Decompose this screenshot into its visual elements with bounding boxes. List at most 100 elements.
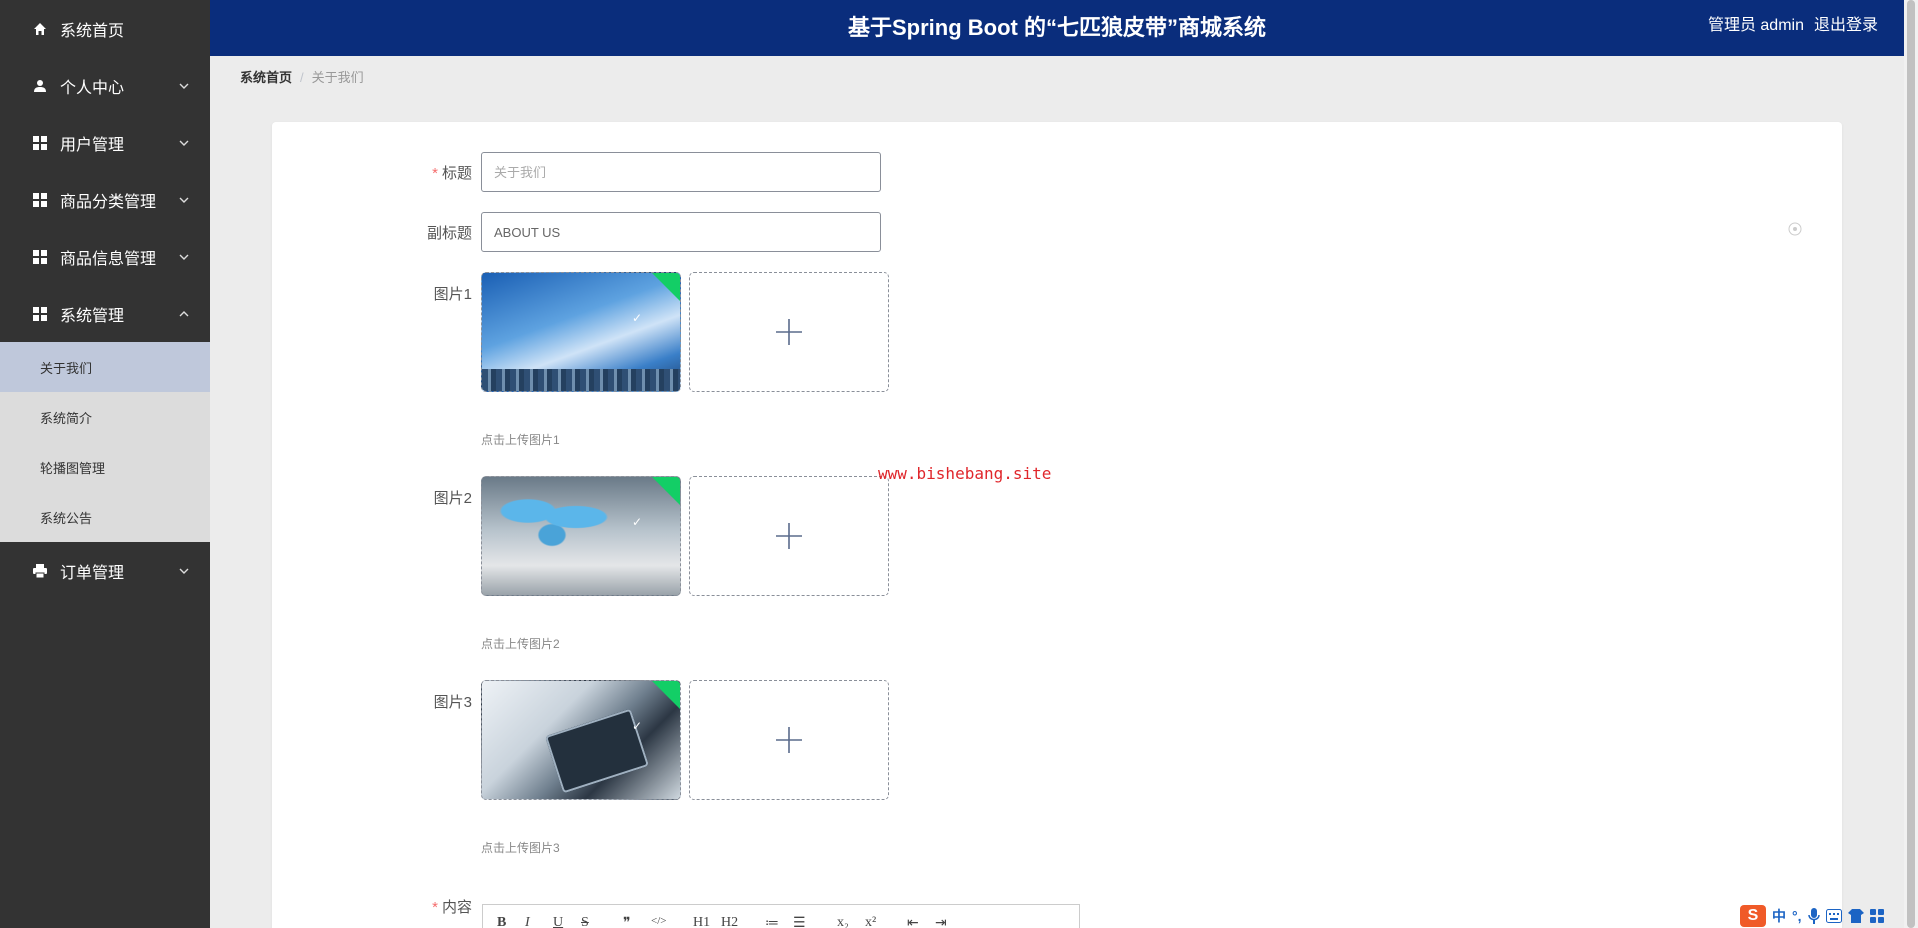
- submenu-item-intro[interactable]: 系统简介: [0, 392, 210, 442]
- chevron-down-icon: [179, 83, 189, 89]
- sidebar-item-label: 商品信息管理: [60, 250, 157, 268]
- image2-tip: 点击上传图片2: [481, 637, 560, 651]
- image2-thumbnail[interactable]: ✓: [481, 476, 681, 596]
- bullet-list-button[interactable]: ☰: [793, 915, 806, 928]
- grid-icon: [32, 192, 48, 208]
- sidebar-item-category[interactable]: 商品分类管理: [0, 171, 210, 228]
- bold-button[interactable]: B: [497, 915, 506, 928]
- ime-logo-icon[interactable]: S: [1740, 905, 1766, 927]
- image1-tip: 点击上传图片1: [481, 433, 560, 447]
- sidebar-item-label: 商品分类管理: [60, 193, 157, 211]
- image2-upload-button[interactable]: [689, 476, 889, 596]
- h2-button[interactable]: H2: [721, 915, 738, 928]
- subtitle-label: 副标题: [426, 225, 472, 242]
- sidebar-item-products[interactable]: 商品信息管理: [0, 228, 210, 285]
- required-mark: *: [432, 899, 438, 916]
- clear-icon[interactable]: [1788, 222, 1802, 236]
- sidebar-item-users[interactable]: 用户管理: [0, 114, 210, 171]
- city-skyline-graphic: [482, 369, 680, 391]
- submenu-item-notice[interactable]: 系统公告: [0, 492, 210, 542]
- strike-button[interactable]: S: [581, 915, 589, 928]
- system-submenu: 关于我们 系统简介 轮播图管理 系统公告: [0, 342, 210, 542]
- image2-label: 图片2: [433, 490, 472, 507]
- breadcrumb: 系统首页 / 关于我们: [240, 70, 364, 86]
- apps-icon[interactable]: [1869, 909, 1884, 923]
- breadcrumb-current: 关于我们: [311, 70, 364, 85]
- check-icon: ✓: [631, 311, 642, 325]
- uploaded-badge: [650, 273, 680, 304]
- ime-mode[interactable]: 中: [1772, 906, 1786, 926]
- image3-tip: 点击上传图片3: [481, 841, 560, 855]
- grid-icon: [32, 306, 48, 322]
- scrollbar-thumb[interactable]: [1907, 0, 1915, 928]
- breadcrumb-separator: /: [300, 70, 304, 85]
- image3-thumbnail[interactable]: ✓: [481, 680, 681, 800]
- watermark: www.bishebang.site: [878, 464, 1052, 483]
- page-title: 基于Spring Boot 的“七匹狼皮带”商城系统: [848, 15, 1266, 40]
- title-input[interactable]: [481, 152, 881, 192]
- sidebar-item-system[interactable]: 系统管理: [0, 285, 210, 342]
- image3-upload-button[interactable]: [689, 680, 889, 800]
- code-button[interactable]: </>: [651, 915, 666, 927]
- image3-label: 图片3: [433, 694, 472, 711]
- chevron-down-icon: [179, 140, 189, 146]
- chevron-down-icon: [179, 254, 189, 260]
- sidebar-item-home[interactable]: 系统首页: [0, 0, 210, 57]
- top-header: 基于Spring Boot 的“七匹狼皮带”商城系统 管理员 admin 退出登录: [210, 0, 1904, 56]
- breadcrumb-home[interactable]: 系统首页: [240, 70, 292, 85]
- grid-icon: [32, 249, 48, 265]
- image1-thumbnail[interactable]: ✓: [481, 272, 681, 392]
- required-mark: *: [432, 165, 438, 182]
- submenu-item-about[interactable]: 关于我们: [0, 342, 210, 392]
- sidebar-item-profile[interactable]: 个人中心: [0, 57, 210, 114]
- superscript-button[interactable]: x²: [865, 915, 876, 928]
- uploaded-badge: [650, 477, 680, 508]
- print-icon: [32, 563, 48, 579]
- image1-upload-button[interactable]: [689, 272, 889, 392]
- submenu-item-carousel[interactable]: 轮播图管理: [0, 442, 210, 492]
- content-label-text: 内容: [441, 899, 472, 916]
- plus-icon: [776, 523, 802, 549]
- indent-button[interactable]: ⇥: [935, 915, 947, 928]
- plus-icon: [776, 319, 802, 345]
- check-icon: ✓: [631, 719, 642, 733]
- ime-toolbar[interactable]: S 中 °,: [1740, 904, 1884, 928]
- check-icon: ✓: [631, 515, 642, 529]
- microphone-icon[interactable]: [1807, 908, 1820, 924]
- uploaded-badge: [650, 681, 680, 712]
- sidebar-item-orders[interactable]: 订单管理: [0, 542, 210, 599]
- subscript-button[interactable]: x₂: [837, 915, 849, 928]
- title-label: * 标题: [272, 162, 472, 183]
- chevron-down-icon: [179, 568, 189, 574]
- sidebar-item-label: 个人中心: [60, 79, 125, 97]
- skin-icon[interactable]: [1847, 909, 1864, 923]
- italic-button[interactable]: I: [525, 915, 530, 928]
- chevron-up-icon: [179, 310, 189, 316]
- quote-button[interactable]: ❞: [623, 915, 631, 928]
- rich-text-editor[interactable]: B I U S ❞ </> H1 H2 ≔ ☰ x₂ x² ⇤ ⇥: [482, 904, 1080, 928]
- logout-button[interactable]: 退出登录: [1814, 17, 1878, 34]
- outdent-button[interactable]: ⇤: [907, 915, 919, 928]
- sidebar-item-label: 用户管理: [60, 136, 125, 154]
- plus-icon: [776, 727, 802, 753]
- h1-button[interactable]: H1: [693, 915, 710, 928]
- sidebar-item-label: 订单管理: [60, 564, 125, 582]
- world-map-graphic: [492, 487, 612, 547]
- home-icon: [32, 21, 48, 37]
- keyboard-icon[interactable]: [1825, 909, 1842, 923]
- title-label-text: 标题: [441, 165, 472, 182]
- underline-button[interactable]: U: [553, 915, 563, 928]
- chevron-down-icon: [179, 197, 189, 203]
- user-icon: [32, 78, 48, 94]
- ordered-list-button[interactable]: ≔: [765, 915, 779, 928]
- image1-label: 图片1: [433, 286, 472, 303]
- grid-icon: [32, 135, 48, 151]
- ime-punctuation[interactable]: °,: [1792, 908, 1802, 924]
- subtitle-input[interactable]: [481, 212, 881, 252]
- content-label: * 内容: [272, 896, 472, 917]
- user-role: 管理员 admin: [1707, 17, 1804, 34]
- scrollbar-track[interactable]: [1904, 0, 1918, 928]
- sidebar: 系统首页 个人中心 用户管理 商品分类管理 商品信息管理 系统管理 关于我们 系…: [0, 0, 210, 928]
- sidebar-item-label: 系统管理: [60, 307, 125, 325]
- sidebar-item-label: 系统首页: [60, 22, 125, 40]
